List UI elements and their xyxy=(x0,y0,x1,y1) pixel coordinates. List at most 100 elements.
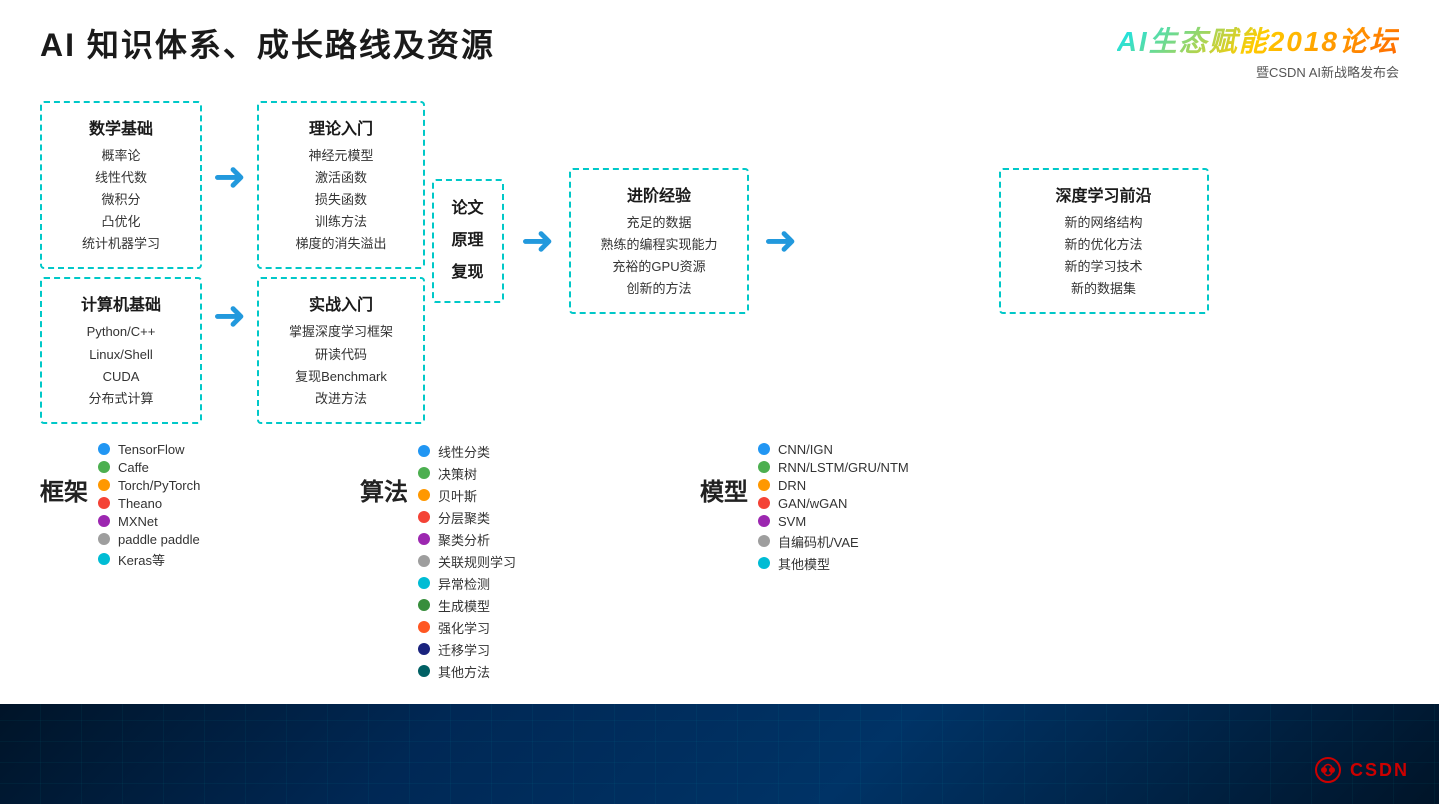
shendu-item-3: 新的学习技术 xyxy=(1016,256,1192,278)
lunwen-line-1: 论文 xyxy=(444,193,492,225)
moxing-item-6: 自编码机/VAE xyxy=(758,532,909,551)
suanfa-item-3: 贝叶斯 xyxy=(418,486,516,505)
shendu-item-2: 新的优化方法 xyxy=(1016,234,1192,256)
suanfa-item-1: 线性分类 xyxy=(418,442,516,461)
jinjie-title: 进阶经验 xyxy=(586,182,732,206)
lilun-item-2: 激活函数 xyxy=(274,167,408,189)
dot-transfer xyxy=(418,643,430,655)
suanfa-label: 算法 xyxy=(360,472,408,507)
kuangjia-label: 框架 xyxy=(40,472,88,507)
shuxue-box: 数学基础 概率论 线性代数 微积分 凸优化 统计机器学习 xyxy=(40,101,202,269)
shizhan-title: 实战入门 xyxy=(274,291,408,315)
lunwen-box: 论文 原理 复现 xyxy=(432,179,504,303)
shuxue-item-5: 统计机器学习 xyxy=(57,233,185,255)
dot-theano xyxy=(98,497,110,509)
shendu-item-1: 新的网络结构 xyxy=(1016,212,1192,234)
jinjie-box: 进阶经验 充足的数据 熟练的编程实现能力 充裕的GPU资源 创新的方法 xyxy=(569,168,749,314)
dot-gen xyxy=(418,599,430,611)
suanfa-section: 算法 线性分类 决策树 贝叶斯 分层聚类 xyxy=(360,442,680,681)
bottom-section: 框架 TensorFlow Caffe Torch/PyTorch Theano xyxy=(40,442,1399,681)
arrow-1-top: ➜ xyxy=(213,157,247,197)
dot-cluster2 xyxy=(418,533,430,545)
jisuanji-box: 计算机基础 Python/C++ Linux/Shell CUDA 分布式计算 xyxy=(40,277,202,423)
lilun-item-4: 训练方法 xyxy=(274,211,408,233)
moxing-item-7: 其他模型 xyxy=(758,554,909,573)
dot-gan xyxy=(758,497,770,509)
suanfa-list: 线性分类 决策树 贝叶斯 分层聚类 聚类分析 xyxy=(418,442,516,681)
jisuanji-item-2: Linux/Shell xyxy=(57,344,185,366)
dot-assoc xyxy=(418,555,430,567)
dot-vae xyxy=(758,535,770,547)
kuangjia-item-3: Torch/PyTorch xyxy=(98,478,200,493)
dot-other-algo xyxy=(418,665,430,677)
arrow-1-bottom: ➜ xyxy=(213,296,247,336)
logo-subtitle: 暨CSDN AI新战略发布会 xyxy=(1117,62,1399,81)
moxing-item-5: SVM xyxy=(758,514,909,529)
moxing-item-3: DRN xyxy=(758,478,909,493)
shizhan-item-2: 研读代码 xyxy=(274,344,408,366)
arrow-2: ➜ xyxy=(521,221,555,261)
lilun-item-5: 梯度的消失溢出 xyxy=(274,233,408,255)
suanfa-item-5: 聚类分析 xyxy=(418,530,516,549)
shuxue-item-4: 凸优化 xyxy=(57,211,185,233)
dot-caffe xyxy=(98,461,110,473)
header: AI 知识体系、成长路线及资源 AI生态赋能2018论坛 暨CSDN AI新战略… xyxy=(40,20,1399,81)
lilun-title: 理论入门 xyxy=(274,115,408,139)
suanfa-item-6: 关联规则学习 xyxy=(418,552,516,571)
moxing-list: CNN/IGN RNN/LSTM/GRU/NTM DRN GAN/wGAN SV… xyxy=(758,442,909,573)
jisuanji-item-1: Python/C++ xyxy=(57,321,185,343)
dot-drn xyxy=(758,479,770,491)
moxing-section: 模型 CNN/IGN RNN/LSTM/GRU/NTM DRN GAN/wGAN xyxy=(700,442,909,573)
suanfa-item-4: 分层聚类 xyxy=(418,508,516,527)
dot-torch xyxy=(98,479,110,491)
dot-linear xyxy=(418,445,430,457)
shizhan-box: 实战入门 掌握深度学习框架 研读代码 复现Benchmark 改进方法 xyxy=(257,277,425,423)
lunwen-line-3: 复现 xyxy=(444,257,492,289)
suanfa-item-8: 生成模型 xyxy=(418,596,516,615)
kuangjia-section: 框架 TensorFlow Caffe Torch/PyTorch Theano xyxy=(40,442,340,569)
dot-bayes xyxy=(418,489,430,501)
kuangjia-item-5: MXNet xyxy=(98,514,200,529)
lilun-box: 理论入门 神经元模型 激活函数 损失函数 训练方法 梯度的消失溢出 xyxy=(257,101,425,269)
jisuanji-title: 计算机基础 xyxy=(57,291,185,315)
jisuanji-item-3: CUDA xyxy=(57,366,185,388)
dot-other-model xyxy=(758,557,770,569)
kuangjia-item-1: TensorFlow xyxy=(98,442,200,457)
moxing-label: 模型 xyxy=(700,472,748,507)
jinjie-item-4: 创新的方法 xyxy=(586,278,732,300)
shuxue-item-3: 微积分 xyxy=(57,189,185,211)
suanfa-item-10: 迁移学习 xyxy=(418,640,516,659)
lunwen-line-2: 原理 xyxy=(444,225,492,257)
dot-keras xyxy=(98,553,110,565)
kuangjia-list: TensorFlow Caffe Torch/PyTorch Theano MX… xyxy=(98,442,200,569)
dot-cluster xyxy=(418,511,430,523)
moxing-item-2: RNN/LSTM/GRU/NTM xyxy=(758,460,909,475)
shizhan-item-4: 改进方法 xyxy=(274,388,408,410)
kuangjia-item-2: Caffe xyxy=(98,460,200,475)
dot-rnn xyxy=(758,461,770,473)
dot-cnn xyxy=(758,443,770,455)
logo-area: AI生态赋能2018论坛 暨CSDN AI新战略发布会 xyxy=(1117,20,1399,81)
moxing-item-1: CNN/IGN xyxy=(758,442,909,457)
suanfa-item-7: 异常检测 xyxy=(418,574,516,593)
page-title: AI 知识体系、成长路线及资源 xyxy=(40,20,495,66)
shendu-box: 深度学习前沿 新的网络结构 新的优化方法 新的学习技术 新的数据集 xyxy=(999,168,1209,314)
dot-svm xyxy=(758,515,770,527)
logo-title: AI生态赋能2018论坛 xyxy=(1117,20,1399,60)
jisuanji-item-4: 分布式计算 xyxy=(57,388,185,410)
shuxue-item-2: 线性代数 xyxy=(57,167,185,189)
shuxue-item-1: 概率论 xyxy=(57,145,185,167)
lilun-item-1: 神经元模型 xyxy=(274,145,408,167)
dot-rl xyxy=(418,621,430,633)
lilun-item-3: 损失函数 xyxy=(274,189,408,211)
shendu-title: 深度学习前沿 xyxy=(1016,182,1192,206)
suanfa-item-2: 决策树 xyxy=(418,464,516,483)
kuangjia-item-7: Keras等 xyxy=(98,550,200,569)
dot-tensorflow xyxy=(98,443,110,455)
dot-anomaly xyxy=(418,577,430,589)
dot-tree xyxy=(418,467,430,479)
shizhan-item-3: 复现Benchmark xyxy=(274,366,408,388)
jinjie-item-1: 充足的数据 xyxy=(586,212,732,234)
jinjie-item-3: 充裕的GPU资源 xyxy=(586,256,732,278)
dot-paddle xyxy=(98,533,110,545)
